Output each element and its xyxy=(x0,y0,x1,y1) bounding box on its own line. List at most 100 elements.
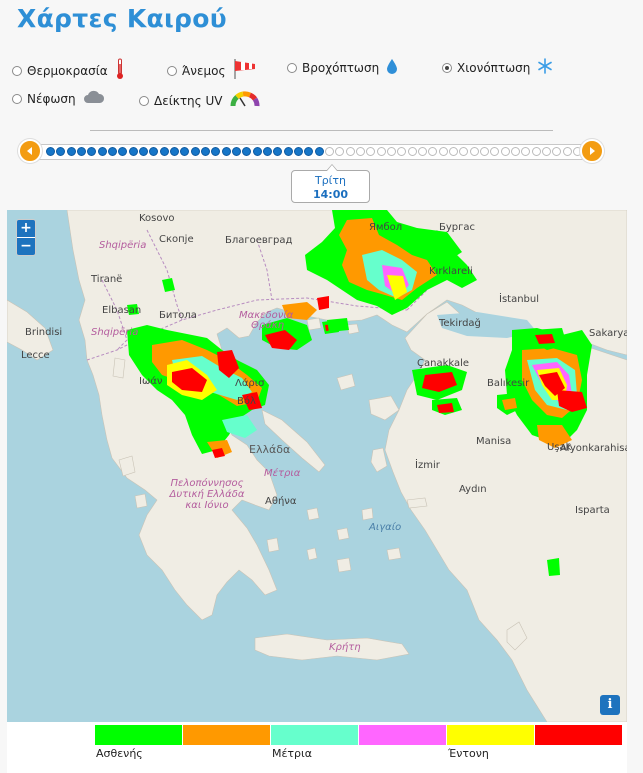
map-label-brindisi: Brindisi xyxy=(25,327,63,338)
map-label-lecce: Lecce xyxy=(21,350,50,361)
timeline-step-dot[interactable] xyxy=(356,147,365,156)
chevron-right-icon xyxy=(590,147,595,155)
timeline-step-dot[interactable] xyxy=(376,147,386,156)
timeline-step-dot[interactable] xyxy=(418,147,427,156)
map-label-yambol: Ямбол xyxy=(369,222,403,233)
timeline-step-dot[interactable] xyxy=(562,147,572,156)
map-label-blagoevgrad: Благоевград xyxy=(225,235,293,246)
timeline-step-dot[interactable] xyxy=(46,147,55,156)
timeline-step-dot[interactable] xyxy=(128,147,138,156)
timeline-step-dot[interactable] xyxy=(325,147,334,156)
timeline-step-dot[interactable] xyxy=(387,147,396,156)
layer-option-uv[interactable]: Δείκτης UV xyxy=(139,90,260,111)
zoom-in-button[interactable]: + xyxy=(17,220,35,238)
timeline-step-dot[interactable] xyxy=(159,147,169,156)
timeline-step-dot[interactable] xyxy=(97,147,107,156)
map-label-volos: Βόλ xyxy=(237,396,256,407)
timeline-step-dot[interactable] xyxy=(170,147,179,156)
radio-wind[interactable] xyxy=(167,65,177,76)
timeline-step-dot[interactable] xyxy=(139,147,148,156)
timeline-step-dot[interactable] xyxy=(449,147,458,156)
timeline-step-dot[interactable] xyxy=(232,147,241,156)
map-info-button[interactable]: i xyxy=(600,695,620,715)
tooltip-day: Τρίτη xyxy=(314,174,347,187)
legend-swatch-6 xyxy=(535,725,622,745)
timeline-step-dot[interactable] xyxy=(108,147,117,156)
map-label-afyonkarahisar: Afyonkarahisar xyxy=(560,443,627,454)
layer-label-rain: Βροχόπτωση xyxy=(302,60,380,75)
map-label-kriti: Κρήτη xyxy=(329,642,361,653)
timeline-step-dot[interactable] xyxy=(221,147,231,156)
map-label-manisa: Manisa xyxy=(476,436,512,447)
radio-uv[interactable] xyxy=(139,95,149,106)
layer-label-clouds: Νέφωση xyxy=(27,91,76,106)
radio-clouds[interactable] xyxy=(12,93,22,104)
map-label-ioannina: Ιωάν xyxy=(139,376,163,387)
radio-temperature[interactable] xyxy=(12,65,22,76)
map-label-istanbul: İstanbul xyxy=(499,294,540,305)
map-label-isparta: Isparta xyxy=(575,505,610,516)
timeline-step-dot[interactable] xyxy=(531,147,541,156)
map-label-elbasan: Elbasan xyxy=(102,305,142,316)
map-label-burgas: Бургас xyxy=(439,222,476,233)
map-label-tekirdag: Tekirdağ xyxy=(439,318,481,329)
timeline-step-dot[interactable] xyxy=(480,147,489,156)
timeline-step-dot[interactable] xyxy=(500,147,510,156)
chevron-left-icon xyxy=(27,147,32,155)
layer-option-temperature[interactable]: Θερμοκρασία xyxy=(12,58,125,83)
weather-map[interactable]: + − i Kosovo Скопје Благоевград Ямбол Бу… xyxy=(7,210,627,722)
layer-option-wind[interactable]: Άνεμος xyxy=(167,58,257,83)
raindrop-icon xyxy=(386,58,398,77)
legend-swatch-1 xyxy=(95,725,182,745)
timeline-step-dot[interactable] xyxy=(190,147,200,156)
timeline-step-dot[interactable] xyxy=(252,147,262,156)
map-label-aigaio: Αιγαίο xyxy=(369,522,402,533)
map-label-ellada: Ελλάδα xyxy=(249,443,291,456)
timeline-step-dot[interactable] xyxy=(511,147,520,156)
layer-option-rain[interactable]: Βροχόπτωση xyxy=(287,58,398,77)
page-title: Χάρτες Καιρού xyxy=(17,4,227,33)
map-label-sakarya: Sakarya xyxy=(589,328,627,339)
radio-rain[interactable] xyxy=(287,62,297,73)
timeline-step-dot[interactable] xyxy=(407,147,417,156)
timeline-step-dot[interactable] xyxy=(542,147,551,156)
zoom-out-button[interactable]: − xyxy=(17,238,35,255)
map-label-skopje: Скопје xyxy=(159,234,194,245)
map-label-shqiperia: Shqipëria xyxy=(91,327,139,338)
zoom-control[interactable]: + − xyxy=(16,219,36,256)
layer-option-clouds[interactable]: Νέφωση xyxy=(12,90,105,107)
radio-snow[interactable] xyxy=(442,62,452,73)
timeline-step-dot[interactable] xyxy=(283,147,293,156)
snowflake-icon xyxy=(537,58,553,77)
map-label-metria: Μέτρια xyxy=(264,468,301,479)
legend-label-high: Έντονη xyxy=(448,747,489,760)
divider xyxy=(90,130,553,131)
timeline-tooltip: Τρίτη 14:00 xyxy=(291,164,370,203)
map-label-canakkale: Çanakkale xyxy=(417,358,470,369)
map-canvas xyxy=(7,210,627,722)
timeline-step-dot[interactable] xyxy=(66,147,76,156)
thermometer-icon xyxy=(115,58,125,83)
timeline-step-dot[interactable] xyxy=(77,147,86,156)
legend-label-low: Ασθενής xyxy=(96,747,143,760)
next-step-button[interactable] xyxy=(580,139,604,163)
legend-swatch-2 xyxy=(183,725,270,745)
timeline-step-dot[interactable] xyxy=(438,147,448,156)
timeline-step-dot[interactable] xyxy=(201,147,210,156)
timeline-step-dot[interactable] xyxy=(469,147,479,156)
layer-option-snow[interactable]: Χιονόπτωση xyxy=(442,58,553,77)
layer-label-temperature: Θερμοκρασία xyxy=(27,63,108,78)
previous-step-button[interactable] xyxy=(18,139,42,163)
snowfall-legend: Ασθενής Μέτρια Έντονη xyxy=(7,722,627,773)
map-label-izmir: İzmir xyxy=(415,460,440,471)
map-label-tirane: Tiranë xyxy=(91,274,123,285)
legend-swatch-5 xyxy=(447,725,534,745)
windsock-icon xyxy=(233,58,257,83)
timeline-step-dot[interactable] xyxy=(314,147,324,156)
timeline-step-dot[interactable] xyxy=(345,147,355,156)
timeline-step-dot[interactable] xyxy=(263,147,272,156)
timeline-step-dot[interactable] xyxy=(294,147,303,156)
tooltip-time: 14:00 xyxy=(312,188,348,201)
map-label-shqiperia-top: Shqipëria xyxy=(99,240,147,251)
timeline-slider[interactable] xyxy=(18,139,608,165)
